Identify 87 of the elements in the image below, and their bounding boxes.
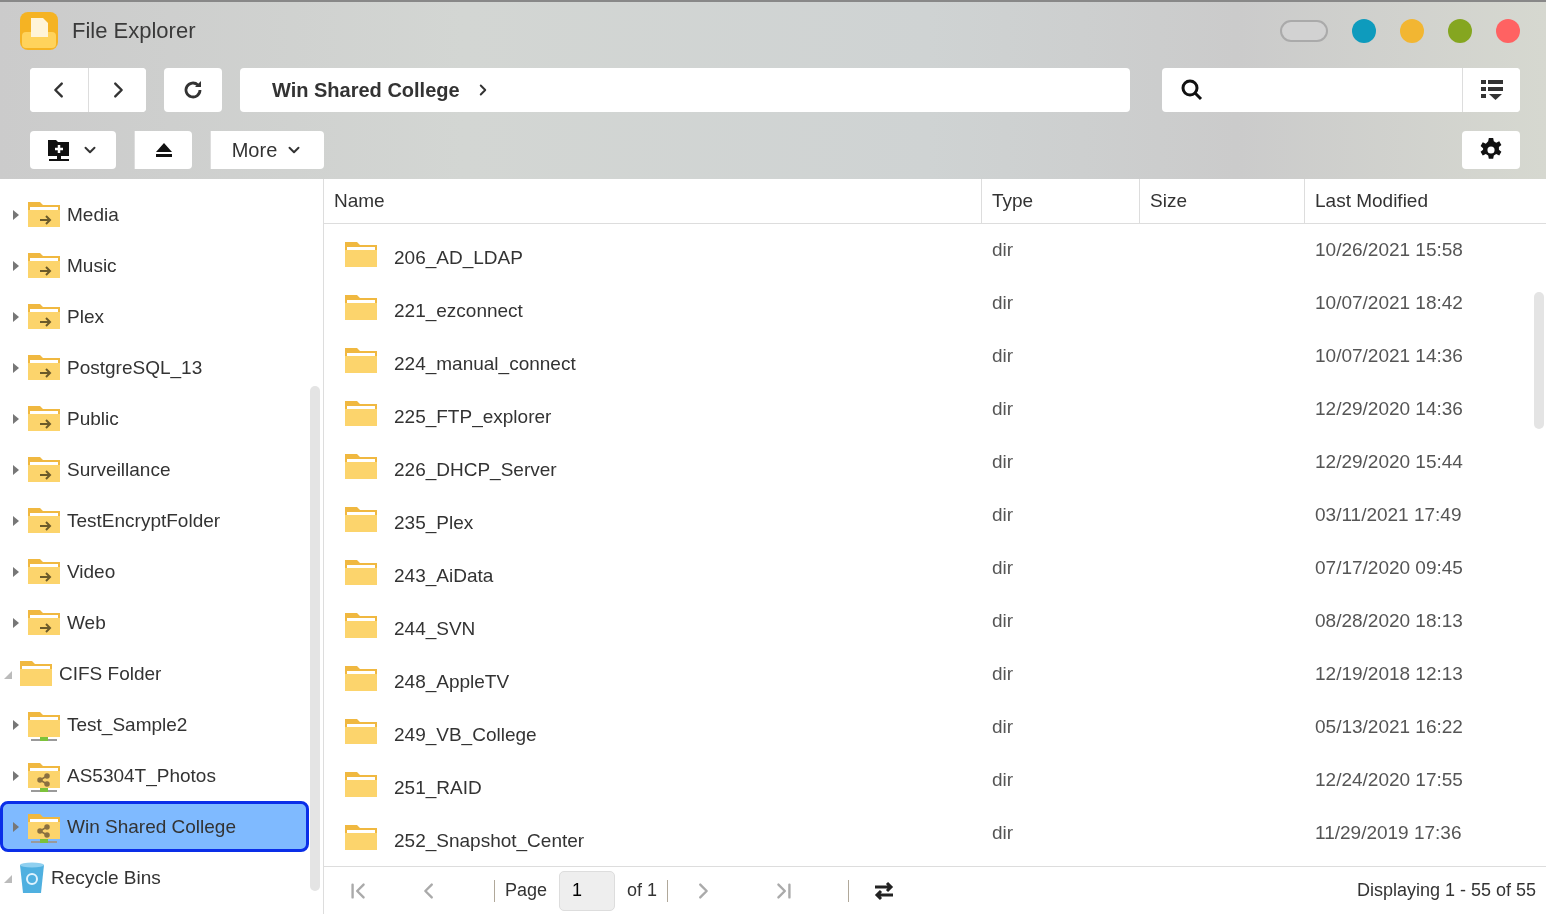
modified-date: 10/07/2021 14:36 [1315,344,1463,367]
file-type: dir [992,291,1014,314]
modified-date: 08/28/2020 18:13 [1315,609,1463,632]
file-type: dir [992,344,1014,367]
expand-triangle-icon[interactable] [11,616,21,629]
tree-item[interactable]: Media [0,189,309,240]
page-input[interactable]: 1 [559,870,616,911]
expand-triangle-icon[interactable] [11,769,21,782]
file-type: dir [992,768,1014,791]
tree-item[interactable]: Music [0,240,309,291]
column-header[interactable]: Last Modified [1305,179,1546,224]
file-type: dir [992,503,1014,526]
tree-item[interactable]: Public [0,393,309,444]
search-icon [1180,78,1204,102]
more-button[interactable]: More [210,131,324,169]
tree-item[interactable]: CIFS Folder [0,648,309,699]
expand-triangle-icon[interactable] [11,412,21,425]
expand-triangle-icon[interactable] [11,718,21,731]
tree-item[interactable]: Recycle Bins [0,852,309,903]
file-name: 235_Plex [394,511,474,534]
tree-item[interactable]: Plex [0,291,309,342]
view-options-button[interactable] [1462,68,1520,112]
column-header[interactable]: Size [1140,179,1305,224]
network-drive-button[interactable] [30,131,116,169]
settings-button[interactable] [1462,131,1520,169]
expand-triangle-icon[interactable] [11,820,21,833]
file-name: 226_DHCP_Server [394,458,557,481]
path-bar[interactable]: Win Shared College [240,68,1130,112]
expand-triangle-icon[interactable] [11,259,21,272]
file-name: 206_AD_LDAP [394,246,523,269]
expand-triangle-icon[interactable] [11,463,21,476]
file-type: dir [992,662,1014,685]
file-name: 243_AiData [394,564,494,587]
page-count: of 1 [627,880,658,901]
file-name: 251_RAID [394,776,482,799]
app-logo [20,12,58,50]
file-type: dir [992,450,1014,473]
modified-date: 12/24/2020 17:55 [1315,768,1463,791]
file-name: 249_VB_College [394,723,537,746]
file-name: 244_SVN [394,617,476,640]
forward-button[interactable] [88,68,146,112]
search-field[interactable] [1162,68,1520,112]
window-title: File Explorer [72,18,197,44]
tree-item[interactable]: AS5304T_Photos [0,750,309,801]
tree-item[interactable]: TestEncryptFolder [0,495,309,546]
modified-date: 10/26/2021 15:58 [1315,238,1463,261]
expand-triangle-icon[interactable] [11,514,21,527]
file-type: dir [992,238,1014,261]
page-label: Page [505,880,548,901]
file-name: 252_Snapshot_Center [394,829,585,852]
window-toggle[interactable] [1280,20,1328,42]
modified-date: 12/29/2020 15:44 [1315,450,1463,473]
column-header[interactable]: Name [324,179,982,224]
tree-item[interactable]: Web [0,597,309,648]
expand-triangle-icon[interactable] [11,310,21,323]
modified-date: 12/29/2020 14:36 [1315,397,1463,420]
modified-date: 05/13/2021 16:22 [1315,715,1463,738]
tree-item[interactable]: Test_Sample2 [0,699,309,750]
expand-triangle-icon[interactable] [11,565,21,578]
modified-date: 11/29/2019 17:36 [1315,821,1462,844]
file-name: 225_FTP_explorer [394,405,552,428]
modified-date: 12/19/2018 12:13 [1315,662,1463,685]
refresh-button[interactable] [164,68,222,112]
file-type: dir [992,397,1014,420]
file-name: 221_ezconnect [394,299,523,322]
expand-triangle-icon[interactable] [11,361,21,374]
file-type: dir [992,556,1014,579]
modified-date: 07/17/2020 09:45 [1315,556,1463,579]
display-status: Displaying 1 - 55 of 55 [1356,880,1536,901]
tree-item[interactable]: Video [0,546,309,597]
file-type: dir [992,609,1014,632]
modified-date: 10/07/2021 18:42 [1315,291,1463,314]
scrollbar[interactable] [310,386,320,891]
tree-item[interactable]: PostgreSQL_13 [0,342,309,393]
file-type: dir [992,821,1014,844]
scrollbar[interactable] [1534,292,1544,429]
file-name: 224_manual_connect [394,352,576,375]
modified-date: 03/11/2021 17:49 [1315,503,1462,526]
expand-triangle-icon[interactable] [11,208,21,221]
column-header[interactable]: Type [982,179,1140,224]
tree-item[interactable]: Surveillance [0,444,309,495]
file-name: 248_AppleTV [394,670,510,693]
list-view-icon [1479,78,1504,102]
tree-item[interactable]: Win Shared College [0,801,309,852]
eject-button[interactable] [134,131,192,169]
file-type: dir [992,715,1014,738]
recycle-bin-icon [19,861,45,894]
